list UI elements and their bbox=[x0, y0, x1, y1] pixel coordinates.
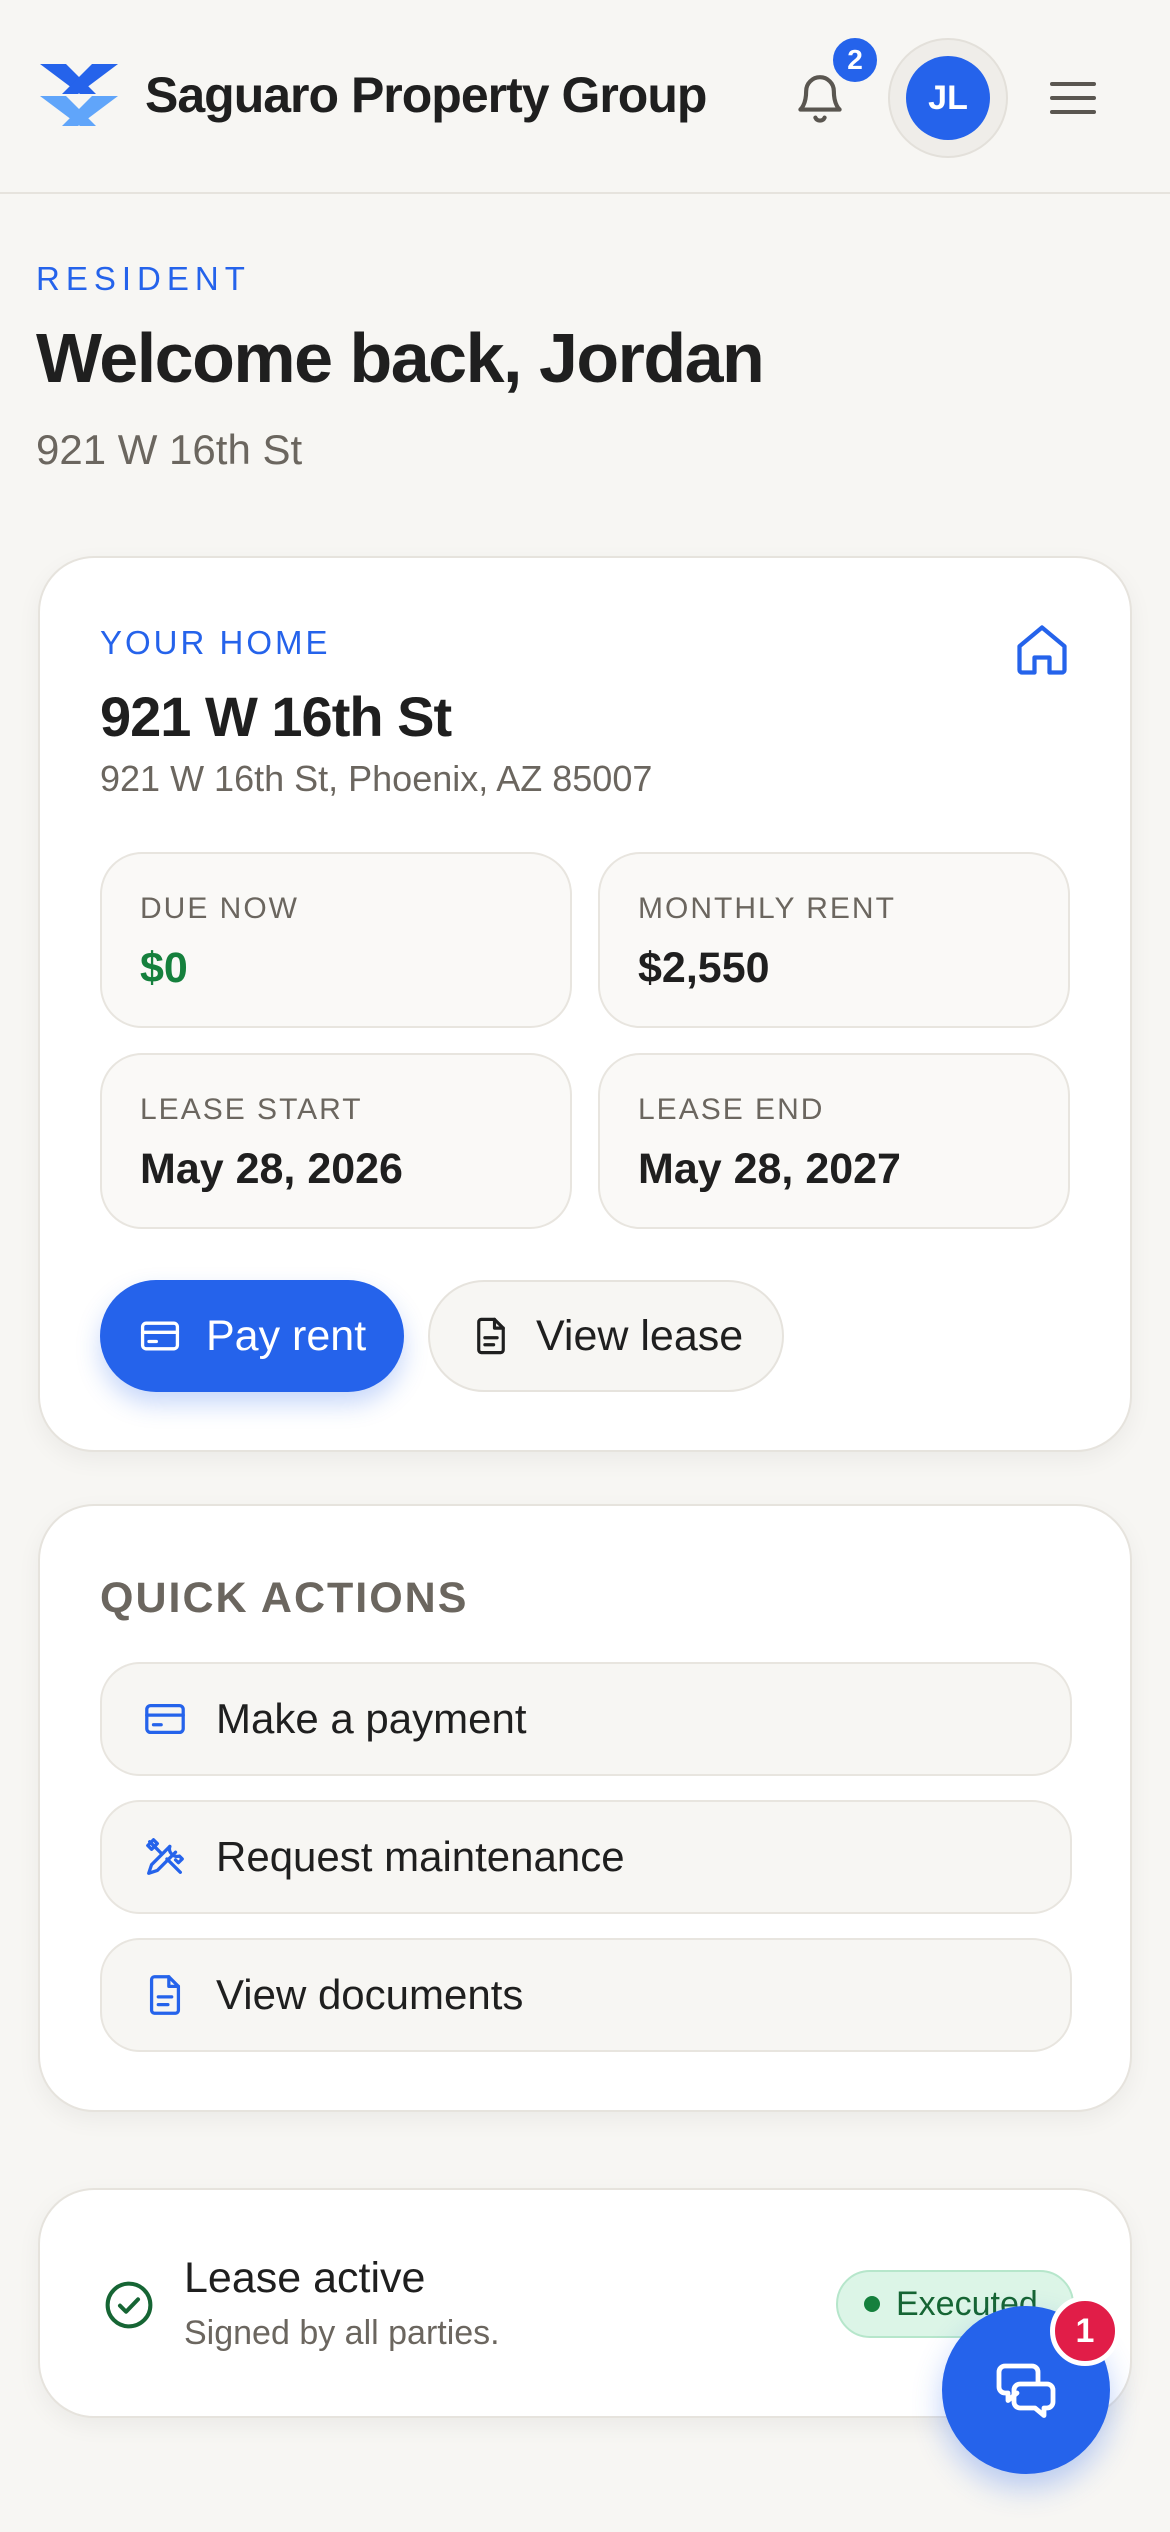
due-now-stat: DUE NOW $0 bbox=[100, 852, 572, 1028]
brand-name[interactable]: Saguaro Property Group bbox=[145, 66, 707, 124]
home-card-label: YOUR HOME bbox=[100, 624, 331, 661]
action-label: View documents bbox=[216, 1971, 524, 2018]
monthly-rent-stat: MONTHLY RENT $2,550 bbox=[598, 852, 1070, 1028]
view-lease-label: View lease bbox=[536, 1311, 744, 1360]
stat-value: May 28, 2027 bbox=[638, 1145, 901, 1193]
avatar-button[interactable]: JL bbox=[888, 38, 1008, 158]
stat-value: May 28, 2026 bbox=[140, 1145, 403, 1193]
view-lease-button[interactable]: View lease bbox=[428, 1280, 784, 1392]
stat-value: $0 bbox=[140, 944, 188, 992]
stat-label: MONTHLY RENT bbox=[638, 892, 896, 925]
check-circle-icon bbox=[105, 2281, 153, 2329]
chat-unread-badge: 1 bbox=[1050, 2296, 1120, 2366]
action-label: Request maintenance bbox=[216, 1833, 625, 1880]
document-icon bbox=[149, 1975, 181, 2015]
welcome-address: 921 W 16th St bbox=[36, 426, 303, 473]
stat-label: DUE NOW bbox=[140, 892, 299, 925]
lease-status-subtitle: Signed by all parties. bbox=[184, 2314, 500, 2352]
tools-icon bbox=[146, 1838, 184, 1875]
pay-rent-button[interactable]: Pay rent bbox=[100, 1280, 404, 1392]
home-title: 921 W 16th St bbox=[100, 685, 452, 748]
lease-status-title: Lease active bbox=[184, 2254, 426, 2302]
document-icon bbox=[477, 1317, 505, 1355]
logo-icon[interactable] bbox=[36, 58, 122, 132]
notification-count-badge: 2 bbox=[830, 35, 880, 85]
stat-label: LEASE START bbox=[140, 1093, 363, 1126]
lease-start-stat: LEASE START May 28, 2026 bbox=[100, 1053, 572, 1229]
role-eyebrow: RESIDENT bbox=[36, 260, 251, 297]
credit-card-icon bbox=[140, 1321, 180, 1351]
pay-rent-label: Pay rent bbox=[206, 1311, 367, 1360]
view-documents-action[interactable]: View documents bbox=[100, 1938, 1072, 2052]
avatar: JL bbox=[906, 56, 990, 140]
page-title: Welcome back, Jordan bbox=[36, 319, 765, 397]
house-icon bbox=[1017, 625, 1067, 675]
stat-label: LEASE END bbox=[638, 1093, 825, 1126]
lease-end-stat: LEASE END May 28, 2027 bbox=[598, 1053, 1070, 1229]
hamburger-menu-icon[interactable] bbox=[1050, 70, 1106, 126]
status-dot-icon bbox=[864, 2296, 880, 2312]
action-label: Make a payment bbox=[216, 1695, 527, 1742]
quick-actions-card: QUICK ACTIONS Make a payment Request mai… bbox=[38, 1504, 1132, 2112]
quick-actions-title: QUICK ACTIONS bbox=[100, 1574, 469, 1622]
make-payment-action[interactable]: Make a payment bbox=[100, 1662, 1072, 1776]
home-full-address: 921 W 16th St, Phoenix, AZ 85007 bbox=[100, 758, 653, 799]
your-home-card: YOUR HOME 921 W 16th St 921 W 16th St, P… bbox=[38, 556, 1132, 1452]
chat-bubbles-icon bbox=[996, 2363, 1056, 2418]
app-header: Saguaro Property Group 2 JL bbox=[0, 0, 1170, 194]
stat-value: $2,550 bbox=[638, 944, 770, 992]
request-maintenance-action[interactable]: Request maintenance bbox=[100, 1800, 1072, 1914]
credit-card-icon bbox=[145, 1703, 185, 1735]
